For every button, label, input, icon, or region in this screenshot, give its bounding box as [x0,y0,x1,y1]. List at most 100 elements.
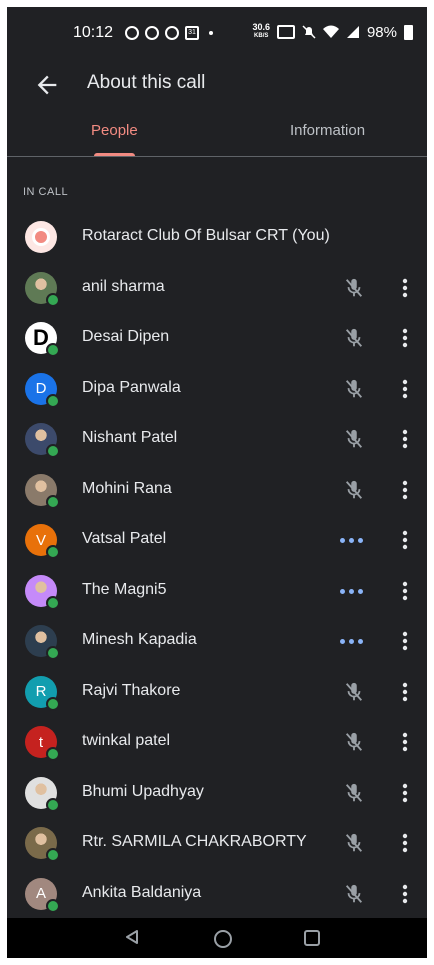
network-speed: 30.6 KB/S [252,22,270,40]
participant-row[interactable]: Minesh Kapadia [7,616,427,667]
participant-row[interactable]: anil sharma [7,263,427,314]
more-options-icon[interactable] [395,427,415,451]
mic-off-icon [343,883,365,905]
status-bar: 10:12 31 30.6 KB/S 98% [7,7,427,63]
mic-off-icon [343,681,365,703]
mic-off-icon [343,782,365,804]
status-time: 10:12 [73,24,114,41]
participant-row[interactable]: D Desai Dipen [7,313,427,364]
participant-name: Dipa Panwala [82,378,181,396]
participant-name: Bhumi Upadhyay [82,782,204,800]
volte-icon [276,25,295,39]
speaking-indicator-icon [340,639,363,644]
participant-row[interactable]: Nishant Patel [7,414,427,465]
participant-name: Vatsal Patel [82,530,167,547]
avatar: V [25,524,60,559]
participant-row[interactable]: D Dipa Panwala [7,364,427,415]
mic-off-icon [343,428,365,450]
participant-name: Rotaract Club Of Bulsar CRT (You) [82,227,330,244]
online-indicator [46,747,60,761]
participant-row[interactable]: R Rajvi Thakore [7,667,427,718]
online-indicator [46,646,60,660]
avatar [25,625,60,660]
nav-home-icon[interactable] [214,930,232,948]
navigation-bar [7,918,427,958]
avatar: A [25,877,60,913]
participant-row[interactable]: t twinkal patel [7,717,427,768]
avatar [25,423,60,458]
mic-off-icon [343,832,365,854]
tab-indicator [94,153,135,156]
online-indicator [46,494,60,509]
wifi-icon [322,25,339,38]
avatar: R [25,675,60,711]
mic-off-icon [343,378,365,400]
mic-off-icon [343,327,365,349]
participant-row[interactable]: V Vatsal Patel [7,515,427,566]
more-options-icon[interactable] [395,730,415,754]
participant-row[interactable]: Rtr. SARMILA CHAKRABORTY [7,818,427,869]
tab-people[interactable]: People [91,122,138,139]
more-options-icon[interactable] [395,781,415,805]
more-options-icon[interactable] [395,579,415,603]
more-options-icon[interactable] [395,528,415,552]
online-indicator [46,595,60,610]
mic-off-icon [343,731,365,753]
avatar [25,574,60,610]
online-indicator [46,898,60,913]
battery-percent: 98% [366,23,397,41]
system-icons: 30.6 KB/S 98% [252,23,413,41]
notification-icons: 31 [125,26,213,40]
mute-icon [302,25,316,39]
participant-row[interactable]: Rotaract Club Of Bulsar CRT (You) [7,212,427,263]
participant-name: Desai Dipen [82,328,170,345]
online-indicator [46,444,60,458]
participant-name: anil sharma [82,277,165,295]
participant-name: Minesh Kapadia [82,631,197,648]
more-options-icon[interactable] [395,629,415,653]
page-title: About this call [87,72,206,93]
avatar [25,221,57,253]
online-indicator [46,343,60,357]
participant-name: The Magni5 [82,580,167,598]
participant-name: Ankita Baldaniya [82,883,202,901]
tab-information[interactable]: Information [290,122,365,139]
more-options-icon[interactable] [395,680,415,704]
more-options-icon[interactable] [395,478,415,502]
online-indicator [46,848,60,862]
more-options-icon[interactable] [395,377,415,401]
online-indicator [46,393,60,408]
more-options-icon[interactable] [395,276,415,300]
participant-row[interactable]: Mohini Rana [7,465,427,516]
avatar: D [25,322,60,357]
avatar-initial: V [35,531,46,549]
participant-name: Mohini Rana [82,479,172,497]
mic-off-icon [343,277,365,299]
avatar: t [25,726,60,761]
nav-back-icon[interactable] [124,929,140,945]
participant-name: twinkal patel [82,732,171,749]
participant-row[interactable]: Bhumi Upadhyay [7,768,427,819]
app-bar: About this call [7,63,427,111]
screen: 10:12 31 30.6 KB/S 98% About this call P… [7,7,427,958]
notification-icon [125,26,139,40]
online-indicator [46,545,60,559]
avatar-initial: t [38,733,44,751]
avatar-image [25,221,57,253]
participant-row[interactable]: The Magni5 [7,566,427,617]
participant-row[interactable]: A Ankita Baldaniya [7,869,427,920]
avatar [25,776,60,812]
arrow-back-icon[interactable] [33,71,61,99]
more-options-icon[interactable] [395,882,415,906]
online-indicator [46,292,60,307]
nav-recents-icon[interactable] [304,930,320,946]
avatar: D [25,372,60,408]
avatar-initial: D [35,380,47,397]
more-notifications-icon [209,31,213,35]
avatar [25,271,60,307]
more-options-icon[interactable] [395,831,415,855]
more-options-icon[interactable] [395,326,415,350]
mic-off-icon [343,479,365,501]
participant-list: Rotaract Club Of Bulsar CRT (You) anil sh… [7,212,427,919]
message-icon [165,26,179,40]
